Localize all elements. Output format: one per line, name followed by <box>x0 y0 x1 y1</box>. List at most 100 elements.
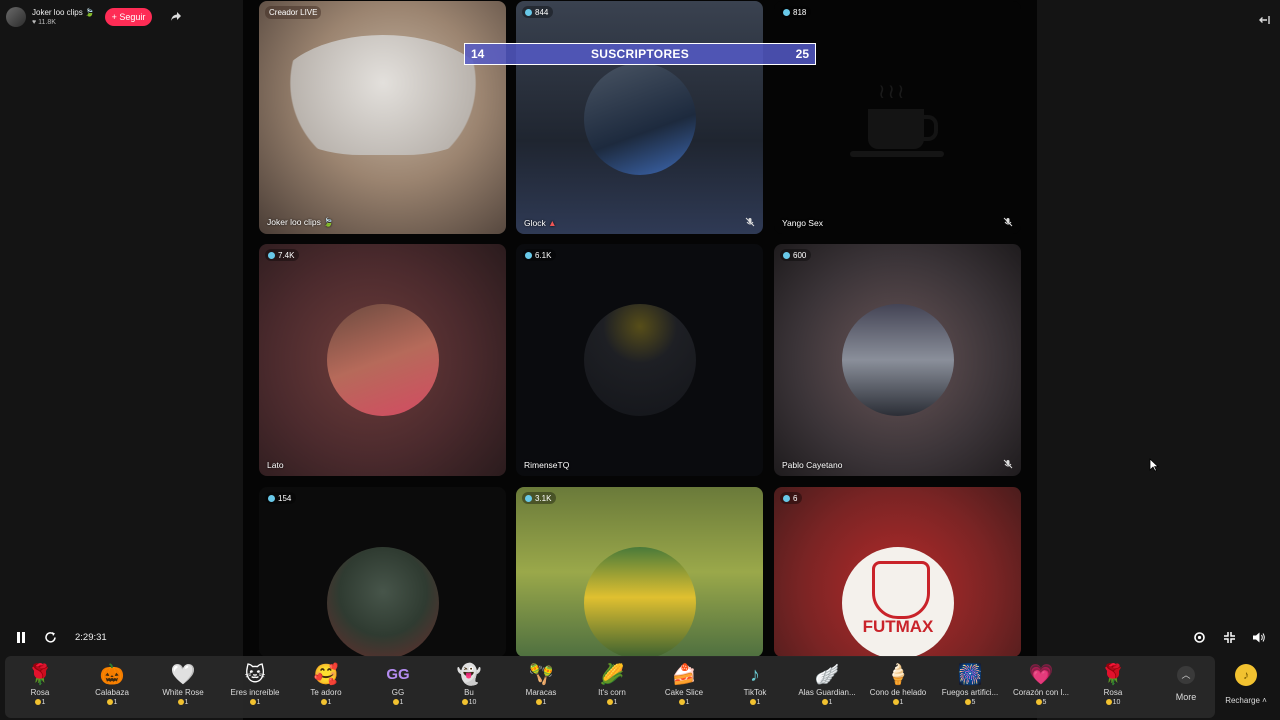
viewer-badge: 844 <box>522 6 554 18</box>
viewer-badge: 154 <box>265 492 297 504</box>
tiktok-icon: ♪ <box>750 664 760 686</box>
guest-tile-4[interactable]: 7.4K Lato <box>259 244 506 476</box>
mic-muted-icon <box>1003 217 1013 227</box>
gift-price-value: 1 <box>828 699 833 706</box>
gear-icon[interactable] <box>1193 631 1206 644</box>
heart-hands-icon: 💗 <box>1028 664 1054 686</box>
white-rose-icon: 🤍 <box>170 664 196 686</box>
guest-tile-2[interactable]: 844 Glock ▲ <box>516 1 763 234</box>
gift-price: 1 <box>792 699 862 706</box>
follow-button[interactable]: + Seguir <box>104 8 153 26</box>
viewer-count: 154 <box>278 493 292 503</box>
gift-price: 1 <box>863 699 933 706</box>
viewer-dot-icon <box>268 494 275 502</box>
more-gifts-button[interactable]: ︿ More <box>1166 656 1206 718</box>
gift-price-value: 1 <box>399 699 404 706</box>
badge-icon: ▲ <box>548 218 557 228</box>
gift-price-value: 1 <box>613 699 618 706</box>
gift-price: 5 <box>935 699 1005 706</box>
coin-icon <box>249 699 256 706</box>
gift-price: 5 <box>1006 699 1076 706</box>
gift-name: Rosa <box>30 688 50 697</box>
tile-name-text: Glock <box>524 218 546 228</box>
gift-price-value: 1 <box>327 699 332 706</box>
gift-name: Fuegos artifici... <box>941 688 999 697</box>
gift-item[interactable]: 👻 Bu 10 <box>434 656 504 718</box>
gift-name: Eres increíble <box>230 688 280 697</box>
host-name[interactable]: Joker loo clips 🍃 <box>32 8 95 17</box>
guest-avatar <box>584 63 696 175</box>
coin-icon <box>1035 699 1042 706</box>
saucer-icon <box>850 151 944 157</box>
gift-name: Cono de helado <box>869 688 927 697</box>
viewer-count: 6.1K <box>535 250 552 260</box>
viewer-count: 818 <box>793 7 807 17</box>
gift-item[interactable]: GG GG 1 <box>363 656 433 718</box>
gift-item[interactable]: 💗 Corazón con l... 5 <box>1006 656 1076 718</box>
gift-item[interactable]: 🪽 Alas Guardian... 1 <box>792 656 862 718</box>
gift-price: 1 <box>148 699 218 706</box>
gift-price-value: 1 <box>113 699 118 706</box>
creator-video <box>273 35 493 155</box>
gift-item[interactable]: 🥰 Te adoro 1 <box>291 656 361 718</box>
guest-tile-1[interactable]: Creador LIVE Joker loo clips 🍃 <box>259 1 506 234</box>
guest-avatar <box>584 304 696 416</box>
minimize-icon[interactable] <box>1223 631 1236 644</box>
coin-icon <box>34 699 41 706</box>
guest-avatar <box>327 304 439 416</box>
host-likes-count: 11.8K <box>38 18 56 26</box>
volume-icon[interactable] <box>1252 631 1266 644</box>
rose-icon: 🌹 <box>27 664 53 686</box>
viewer-badge: 818 <box>780 6 812 18</box>
viewer-badge: 6 <box>780 492 803 504</box>
guest-tile-5[interactable]: 6.1K RimenseTQ <box>516 244 763 476</box>
gift-item[interactable]: 🌹 Rosa 1 <box>5 656 75 718</box>
coin-icon <box>392 699 399 706</box>
more-label: More <box>1175 692 1197 702</box>
coin-icon <box>461 699 468 706</box>
gift-item[interactable]: 🐱 Eres increíble 1 <box>220 656 290 718</box>
coin-icon <box>320 699 327 706</box>
gift-item[interactable]: 🍦 Cono de helado 1 <box>863 656 933 718</box>
chevron-up-icon: ︿ <box>1177 666 1195 684</box>
gift-name: It's corn <box>598 688 626 697</box>
gift-price: 1 <box>291 699 361 706</box>
gift-item[interactable]: 🌽 It's corn 1 <box>577 656 647 718</box>
gift-bar: 🌹 Rosa 1 🎃 Calabaza 1 🤍 White Rose 1 🐱 Eres inc… <box>5 656 1215 718</box>
gift-item[interactable]: 🎆 Fuegos artifici... 5 <box>935 656 1005 718</box>
host-avatar[interactable] <box>6 7 26 27</box>
gift-price: 1 <box>577 699 647 706</box>
ice-cream-icon: 🍦 <box>885 664 911 686</box>
tile-name: Joker loo clips 🍃 <box>267 217 334 228</box>
gift-item[interactable]: 🌹 Rosa 10 <box>1078 656 1148 718</box>
gift-price-value: 10 <box>468 699 477 706</box>
guest-tile-6[interactable]: 600 Pablo Cayetano <box>774 244 1021 476</box>
host-info[interactable]: Joker loo clips 🍃 ♥ 11.8K + Seguir <box>6 6 153 28</box>
viewer-dot-icon <box>268 251 275 259</box>
score-right: 25 <box>795 47 809 61</box>
subscriber-scoreboard: 14 SUSCRIPTORES 25 <box>464 43 816 65</box>
gift-name: GG <box>391 688 405 697</box>
gift-item[interactable]: ♪ TikTok 1 <box>720 656 790 718</box>
gift-price-value: 1 <box>756 699 761 706</box>
refresh-icon[interactable] <box>44 631 57 644</box>
gift-item[interactable]: 🤍 White Rose 1 <box>148 656 218 718</box>
coin-icon <box>892 699 899 706</box>
score-left: 14 <box>471 47 485 61</box>
share-icon[interactable] <box>170 11 182 23</box>
guest-tile-3[interactable]: 818 ≀≀≀ Yango Sex <box>774 1 1021 234</box>
gift-price-value: 1 <box>685 699 690 706</box>
coin-icon <box>678 699 685 706</box>
gift-price-value: 10 <box>1112 699 1121 706</box>
gift-price: 1 <box>649 699 719 706</box>
gift-item[interactable]: 🎃 Calabaza 1 <box>77 656 147 718</box>
viewer-badge: 7.4K <box>265 249 300 261</box>
pause-icon[interactable] <box>16 632 26 643</box>
gift-item[interactable]: 🪇 Maracas 1 <box>506 656 576 718</box>
gift-name: Rosa <box>1103 688 1123 697</box>
exit-icon[interactable] <box>1258 14 1270 26</box>
gift-name: Bu <box>464 688 474 697</box>
viewer-count: 600 <box>793 250 807 260</box>
gift-item[interactable]: 🍰 Cake Slice 1 <box>649 656 719 718</box>
recharge-button[interactable]: ♪ Recharge ˄ <box>1220 660 1272 716</box>
